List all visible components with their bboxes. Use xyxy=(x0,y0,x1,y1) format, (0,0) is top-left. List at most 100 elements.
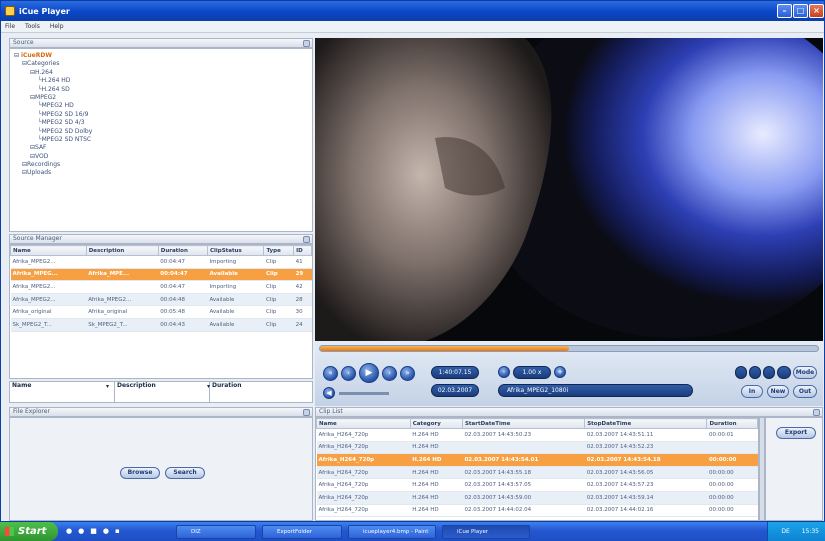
table-row[interactable]: Sk_MPEG2_T... Sk_MPEG2_T... 00:04:43 Availa… xyxy=(10,318,312,332)
tree-item-label: H.264 SD xyxy=(41,85,70,93)
table-cell: 02.03.2007 14:44:02.04 xyxy=(462,504,585,518)
table-row[interactable]: Afrika_H264_720p H.264 HD 02.03.2007 14:43… xyxy=(316,441,758,455)
table-row[interactable]: Afrika_MPEG2... Afrika_MPEG2... 00:04:48 Av… xyxy=(10,293,312,307)
tree-item-label: MPEG2 SD 16/9 xyxy=(41,110,89,118)
table-cell: 02.03.2007 14:43:51.11 xyxy=(584,428,707,442)
video-viewport[interactable] xyxy=(315,38,823,341)
column-header[interactable]: Duration xyxy=(706,418,758,429)
maximize-button[interactable]: □ xyxy=(793,4,808,18)
speed-up-button[interactable]: + xyxy=(554,366,566,378)
step-forward-button[interactable]: › xyxy=(382,366,397,381)
tree-item[interactable]: └H.264 HD xyxy=(14,77,308,85)
menu-file[interactable]: File xyxy=(5,23,15,30)
task-diz[interactable]: DIZ xyxy=(176,525,256,539)
table-cell: Clip xyxy=(263,280,294,294)
table-cell: Sk_MPEG2_T... xyxy=(10,318,87,332)
collapse-icon[interactable] xyxy=(303,40,310,47)
mode-button[interactable]: Mode xyxy=(793,366,817,379)
search-button[interactable]: Search xyxy=(165,467,205,479)
start-button[interactable]: Start xyxy=(0,522,58,541)
table-row[interactable]: Afrika_H264_720p H.264 HD 02.03.2007 14:44… xyxy=(316,504,758,518)
task-paint[interactable]: icueplayer4.bmp - Paint xyxy=(348,525,436,539)
date-display: 02.03.2007 xyxy=(431,384,479,397)
table-cell: Afrika_MPEG2... xyxy=(86,293,159,307)
table-row[interactable]: Afrika_MPEG2... 00:04:47 Importing Clip 42 xyxy=(10,280,312,294)
fast-forward-button[interactable]: » xyxy=(400,366,415,381)
filter-name[interactable]: Name ▾ xyxy=(10,382,115,402)
column-header[interactable]: Description xyxy=(85,245,159,256)
tree-item[interactable]: ⊟Categories xyxy=(14,60,308,68)
filter-description[interactable]: Description ▾ xyxy=(115,382,210,402)
collapse-icon[interactable] xyxy=(303,409,310,416)
speed-down-button[interactable]: - xyxy=(498,366,510,378)
tree-item[interactable]: ⊟Recordings xyxy=(14,161,308,169)
volume-slider[interactable] xyxy=(339,392,389,395)
menu-tools[interactable]: Tools xyxy=(25,23,40,30)
tree-item[interactable]: ⊟Uploads xyxy=(14,169,308,177)
task-icue-player[interactable]: iCue Player xyxy=(442,525,530,539)
minimize-button[interactable]: – xyxy=(777,4,792,18)
tree-item[interactable]: ⊟SAF xyxy=(14,144,308,152)
tree-item[interactable]: └MPEG2 SD NTSC xyxy=(14,136,308,144)
table-cell: Importing xyxy=(207,280,264,294)
column-header[interactable]: Name xyxy=(10,245,87,256)
column-header[interactable]: ID xyxy=(293,245,312,256)
volume-icon[interactable]: ◀ xyxy=(323,387,335,399)
mark-in-button[interactable]: In xyxy=(741,385,763,398)
tree-item[interactable]: └H.264 SD xyxy=(14,86,308,94)
tree-item[interactable]: └MPEG2 SD 16/9 xyxy=(14,111,308,119)
column-header[interactable]: ClipStatus xyxy=(206,245,265,256)
collapse-icon[interactable] xyxy=(303,236,310,243)
table-row[interactable]: Afrika_MPEG2... 00:04:47 Importing Clip 41 xyxy=(10,255,312,269)
column-header[interactable]: StopDateTime xyxy=(584,418,708,429)
table-cell: Afrika_H264_720p xyxy=(316,491,411,505)
rewind-button[interactable]: « xyxy=(323,366,338,381)
clock: 15:35 xyxy=(801,528,819,535)
speed-display: 1.00 x xyxy=(513,366,551,379)
tree-item[interactable]: └MPEG2 HD xyxy=(14,102,308,110)
table-cell: Available xyxy=(207,318,264,332)
table-cell: Available xyxy=(207,268,264,282)
step-back-button[interactable]: ‹ xyxy=(341,366,356,381)
play-button[interactable]: ▶ xyxy=(359,363,379,383)
language-indicator[interactable]: DE xyxy=(781,528,789,535)
table-row[interactable]: Afrika_H264_720p H.264 HD 02.03.2007 14:43… xyxy=(316,466,758,480)
column-header[interactable]: Category xyxy=(409,418,463,429)
filter-duration[interactable]: Duration xyxy=(210,382,312,402)
tree-item[interactable]: └MPEG2 SD Dolby xyxy=(14,128,308,136)
quick-launch-icons[interactable]: ●●■●▪ xyxy=(66,527,126,536)
tree-item[interactable]: ⊟H.264 xyxy=(14,69,308,77)
close-button[interactable]: × xyxy=(809,4,824,18)
tree-item[interactable]: ⊟ iCueRDW xyxy=(14,52,308,60)
browse-button[interactable]: Browse xyxy=(120,467,160,479)
column-header[interactable]: Name xyxy=(316,418,411,429)
task-exportfolder[interactable]: ExportFolder xyxy=(262,525,342,539)
menu-help[interactable]: Help xyxy=(50,23,64,30)
table-row[interactable]: Afrika_H264_720p H.264 HD 02.03.2007 14:43… xyxy=(316,428,758,442)
player-controls: « ‹ ▶ › » ◀ 1:40:07.15 - 1.00 x + 02.03.… xyxy=(315,341,823,406)
new-clip-button[interactable]: New xyxy=(767,385,789,398)
chevron-down-icon[interactable]: ▾ xyxy=(106,383,109,390)
table-row[interactable]: Afrika_H264_720p H.264 HD 02.03.2007 14:43… xyxy=(316,478,758,492)
table-row[interactable]: Afrika_original Afrika_original 00:05:48 Av… xyxy=(10,305,312,319)
export-button[interactable]: Export xyxy=(776,427,816,439)
mark-out-button[interactable]: Out xyxy=(793,385,817,398)
tree-item[interactable]: ⊟VOD xyxy=(14,153,308,161)
filter-name-label: Name xyxy=(12,382,32,389)
collapse-icon[interactable] xyxy=(813,409,820,416)
chevron-down-icon[interactable]: ▾ xyxy=(207,383,210,390)
seek-bar[interactable] xyxy=(319,345,819,352)
table-cell: 00:00:00 xyxy=(706,491,758,505)
column-header[interactable]: StartDateTime xyxy=(461,418,586,429)
table-cell: Clip xyxy=(263,305,294,319)
table-cell: Afrika_H264_720p xyxy=(316,478,411,492)
column-header[interactable]: Type xyxy=(263,245,295,256)
tree-item[interactable]: └MPEG2 SD 4/3 xyxy=(14,119,308,127)
app-icon xyxy=(5,6,15,16)
table-row[interactable]: Afrika_H264_720p H.264 HD 02.03.2007 14:43… xyxy=(316,491,758,505)
table-row[interactable]: Afrika_H264_720p H.264 HD 02.03.2007 14:43… xyxy=(316,453,758,467)
table-row[interactable]: Afrika_MPEG... Afrika_MPE... 00:04:47 Avail… xyxy=(10,268,312,282)
indicator-3 xyxy=(763,366,775,379)
tree-item-label: SAF xyxy=(35,144,47,152)
column-header[interactable]: Duration xyxy=(157,245,208,256)
